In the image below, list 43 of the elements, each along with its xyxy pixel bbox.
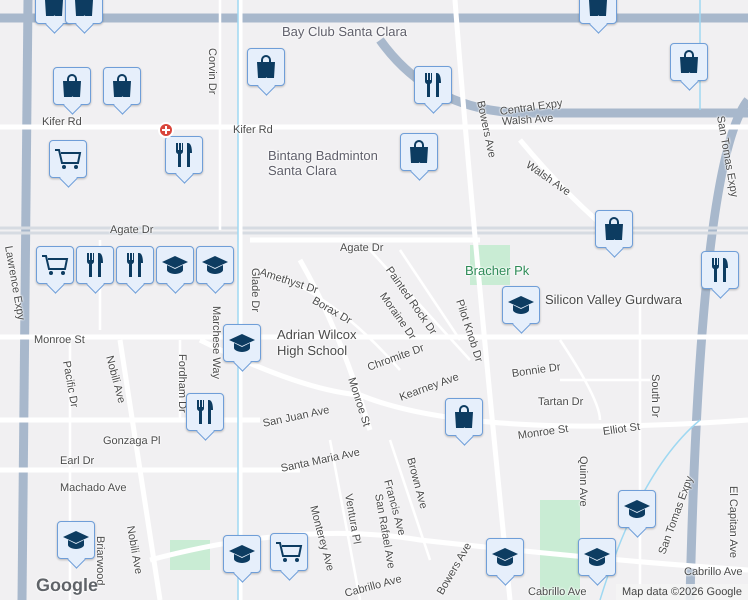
- place-label: Bintang Badminton: [268, 148, 378, 163]
- street-label: Kifer Rd: [42, 116, 82, 128]
- street-label: Monroe St: [517, 423, 570, 442]
- street-label: Elliot St: [602, 420, 641, 438]
- street-label: Santa Maria Ave: [280, 446, 361, 475]
- street-label: Cabrillo Ave: [528, 586, 586, 598]
- map-attribution: Map data ©2026 Google: [616, 584, 748, 600]
- street-label: Agate Dr: [340, 242, 384, 254]
- street-label: Corvin Dr: [206, 48, 218, 94]
- street-label: El Capitan Ave: [727, 486, 739, 558]
- street-label: Ventura Pl: [342, 492, 363, 546]
- street-label: South Dr: [649, 374, 661, 418]
- street-label: San Juan Ave: [262, 404, 330, 430]
- street-label: Nobili Ave: [103, 354, 128, 405]
- street-label: San Tomas Expy: [656, 474, 696, 556]
- place-label: Adrian Wilcox: [277, 327, 356, 342]
- street-label: Pilot Knob Dr: [453, 298, 485, 364]
- street-label: Machado Ave: [60, 482, 126, 494]
- street-label: Bowers Ave: [474, 100, 498, 159]
- park-label: Bracher Pk: [465, 263, 530, 278]
- street-label: San Tomas Expy: [714, 114, 740, 198]
- place-label: Santa Clara: [268, 163, 337, 178]
- street-label: Tartan Dr: [538, 396, 584, 408]
- street-label: Monroe St: [34, 334, 85, 346]
- street-label: Monterey Ave: [307, 504, 336, 572]
- place-label: Silicon Valley Gurdwara: [545, 292, 682, 307]
- street-label: Cabrillo Ave: [343, 573, 404, 600]
- street-label: Glade Dr: [249, 268, 261, 312]
- street-label: Agate Dr: [110, 224, 154, 236]
- street-label: Marchese Way: [210, 306, 222, 379]
- street-label: Quinn Ave: [577, 456, 589, 507]
- street-label: Brown Ave: [404, 456, 430, 510]
- street-label: Pacific Dr: [60, 360, 80, 408]
- place-label: High School: [277, 343, 348, 358]
- street-label: Cabrillo Ave: [684, 566, 742, 578]
- street-label: Monroe St: [345, 376, 372, 428]
- street-label: Earl Dr: [60, 455, 94, 467]
- street-label: Gonzaga Pl: [103, 435, 160, 447]
- street-label: Nobili Ave: [124, 524, 144, 576]
- street-label: Bonnie Dr: [511, 361, 562, 380]
- street-label: Lawrence Expy: [2, 244, 27, 322]
- street-label: Kifer Rd: [233, 124, 273, 136]
- place-label: Bay Club Santa Clara: [282, 24, 408, 39]
